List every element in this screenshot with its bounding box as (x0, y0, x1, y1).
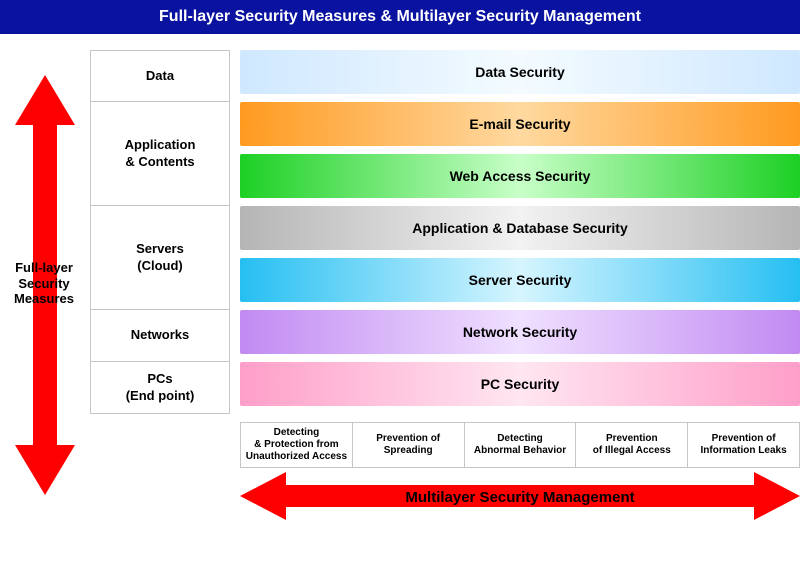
measure-illegal-access: Prevention of Illegal Access (575, 423, 687, 467)
diagram-body: Full-layer Security Measures Data Applic… (0, 50, 800, 520)
diagram-header: Full-layer Security Measures & Multilaye… (0, 0, 800, 34)
bar-email-security: E-mail Security (240, 102, 800, 146)
bar-web-access-security: Web Access Security (240, 154, 800, 198)
bar-data-security: Data Security (240, 50, 800, 94)
layer-label-networks: Networks (90, 310, 230, 362)
security-bars: Data Security E-mail Security Web Access… (230, 50, 800, 414)
measure-spreading: Prevention of Spreading (352, 423, 464, 467)
bar-pc-security: PC Security (240, 362, 800, 406)
bar-app-db-security: Application & Database Security (240, 206, 800, 250)
layer-label-pcs: PCs (End point) (90, 362, 230, 414)
horizontal-double-arrow-icon: Multilayer Security Management (240, 472, 800, 520)
layer-category-column: Data Application & Contents Servers (Clo… (90, 50, 230, 414)
header-title: Full-layer Security Measures & Multilaye… (159, 8, 641, 25)
layer-label-data: Data (90, 50, 230, 102)
management-measures: Detecting & Protection from Unauthorized… (240, 422, 800, 468)
layer-label-app-contents: Application & Contents (90, 102, 230, 206)
diagram-main: Data Application & Contents Servers (Clo… (90, 50, 800, 520)
bottom-spacer (90, 422, 230, 468)
bar-network-security: Network Security (240, 310, 800, 354)
layers-area: Data Application & Contents Servers (Clo… (90, 50, 800, 414)
vertical-axis-label: Full-layer Security Measures (4, 260, 84, 307)
horizontal-axis: Multilayer Security Management (90, 472, 800, 520)
measure-abnormal-behavior: Detecting Abnormal Behavior (464, 423, 576, 467)
bar-server-security: Server Security (240, 258, 800, 302)
layer-label-servers: Servers (Cloud) (90, 206, 230, 310)
bottom-row: Detecting & Protection from Unauthorized… (90, 422, 800, 468)
measure-information-leaks: Prevention of Information Leaks (687, 423, 799, 467)
horizontal-axis-label: Multilayer Security Management (405, 489, 634, 506)
measure-unauthorized-access: Detecting & Protection from Unauthorized… (241, 423, 352, 467)
